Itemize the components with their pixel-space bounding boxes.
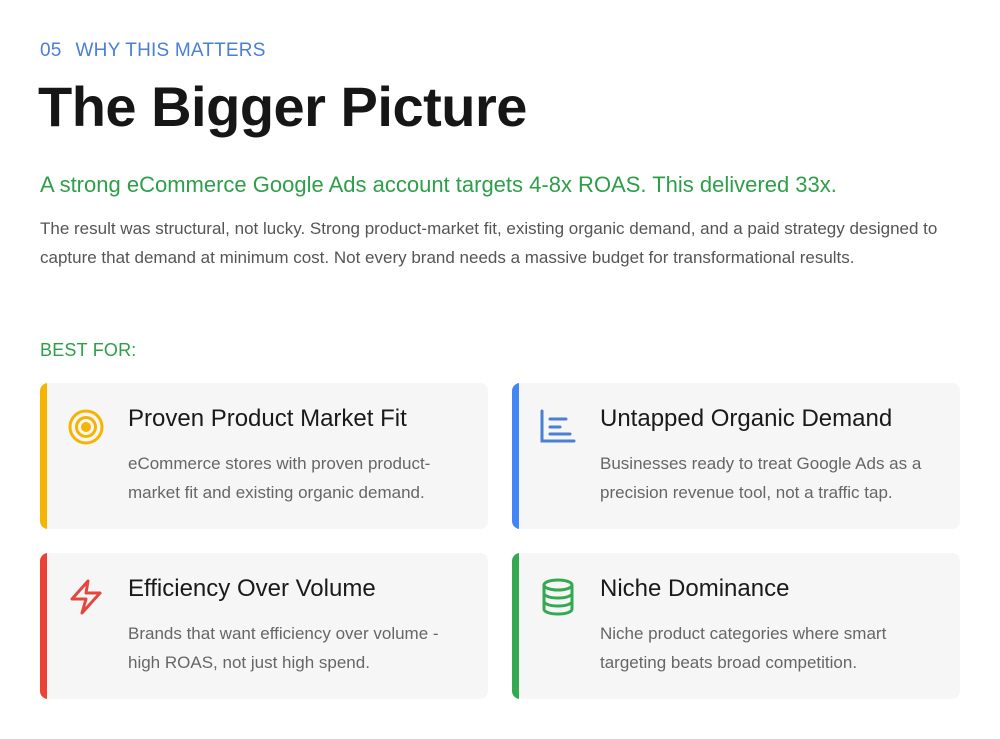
lightning-icon xyxy=(66,577,106,617)
card-efficiency-over-volume: Efficiency Over Volume Brands that want … xyxy=(40,553,488,699)
card-niche-dominance: Niche Dominance Niche product categories… xyxy=(512,553,960,699)
section-eyebrow: 05 WHY THIS MATTERS xyxy=(40,40,266,62)
card-accent-bar xyxy=(40,383,47,529)
section-number: 05 xyxy=(40,40,62,61)
card-title: Untapped Organic Demand xyxy=(600,405,893,432)
card-title: Efficiency Over Volume xyxy=(128,575,376,602)
body-paragraph: The result was structural, not lucky. St… xyxy=(40,219,938,267)
section-label: WHY THIS MATTERS xyxy=(75,40,266,61)
best-for-label: BEST FOR: xyxy=(40,340,137,360)
card-description: Brands that want efficiency over volume … xyxy=(128,624,439,672)
card-title: Proven Product Market Fit xyxy=(128,405,407,432)
target-icon xyxy=(66,407,106,447)
card-proven-product-market-fit: Proven Product Market Fit eCommerce stor… xyxy=(40,383,488,529)
card-accent-bar xyxy=(512,553,519,699)
card-accent-bar xyxy=(40,553,47,699)
card-untapped-organic-demand: Untapped Organic Demand Businesses ready… xyxy=(512,383,960,529)
card-description: Niche product categories where smart tar… xyxy=(600,624,887,672)
card-description: eCommerce stores with proven product-mar… xyxy=(128,454,431,502)
page-title: The Bigger Picture xyxy=(38,75,527,138)
database-icon xyxy=(538,577,578,617)
highlight-statement: A strong eCommerce Google Ads account ta… xyxy=(40,172,837,197)
card-accent-bar xyxy=(512,383,519,529)
card-title: Niche Dominance xyxy=(600,575,790,602)
bar-chart-icon xyxy=(538,407,578,447)
card-description: Businesses ready to treat Google Ads as … xyxy=(600,454,922,502)
